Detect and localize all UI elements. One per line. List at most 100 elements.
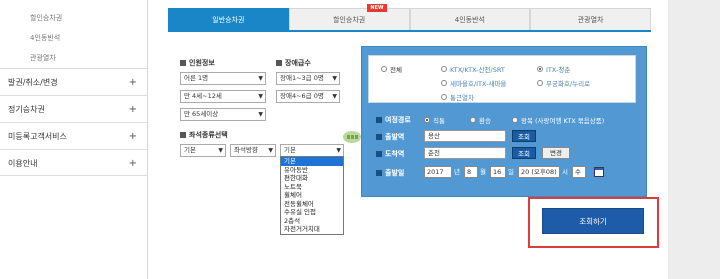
- chevron-down-icon: ▼: [258, 93, 263, 100]
- radio-icon: [424, 117, 430, 123]
- dropdown-option[interactable]: 전동휠체어: [281, 200, 343, 209]
- bullet-icon: [180, 60, 186, 66]
- departure-search-button[interactable]: 조회: [512, 130, 536, 142]
- trip-direct-radio[interactable]: 직통: [424, 115, 445, 125]
- train-type-itx-cheongchun-radio[interactable]: ITX-청춘: [537, 64, 570, 74]
- sidebar-item-season-ticket[interactable]: 정기승차권 +: [0, 95, 147, 122]
- radio-icon: [441, 80, 447, 86]
- passenger-info-title: 인원정보: [180, 58, 215, 68]
- chevron-down-icon: ▼: [332, 75, 337, 82]
- hour-select[interactable]: 20 (오후08): [518, 166, 560, 178]
- radio-icon: [441, 66, 447, 72]
- sidebar-item-label: 이용안내: [8, 159, 38, 168]
- bullet-icon: [180, 132, 186, 138]
- plus-icon: +: [128, 104, 137, 115]
- dropdown-option[interactable]: 수유실 인접: [281, 208, 343, 217]
- trip-transfer-radio[interactable]: 환승: [470, 115, 491, 125]
- hour-unit: 시: [562, 168, 568, 176]
- seat-direction-select[interactable]: 좌석방향 ▼: [230, 144, 276, 157]
- arrival-input[interactable]: 춘천: [424, 147, 506, 159]
- chevron-down-icon: ▼: [258, 111, 263, 118]
- trip-roundtrip-radio[interactable]: 왕복 (사랑여행 KTX 묶음상품): [512, 115, 604, 125]
- sidebar-item-ticketing[interactable]: 발권/취소/변경 +: [0, 68, 147, 95]
- radio-icon: [381, 66, 387, 72]
- radio-icon: [537, 80, 543, 86]
- ticket-tabs: 일반승차권 할인승차권 NEW 4인동반석 관광열차: [168, 4, 651, 32]
- sidebar-sub-tour[interactable]: 관광열차: [0, 48, 147, 68]
- sidebar: 할인승차권 4인동반석 관광열차 발권/취소/변경 + 정기승차권 + 미등록고…: [0, 0, 148, 279]
- seat-type-title: 좌석종류선택: [180, 130, 228, 140]
- month-unit: 월: [480, 168, 486, 176]
- seat-map-icon[interactable]: [342, 130, 362, 144]
- departure-label: 출발역: [376, 132, 404, 142]
- search-button[interactable]: 조회하기: [542, 208, 644, 234]
- calendar-icon[interactable]: [594, 167, 604, 177]
- disability-13-select[interactable]: 장애1~3급 0명 ▼: [276, 72, 340, 85]
- radio-icon: [537, 66, 543, 72]
- dropdown-option[interactable]: 편한대화: [281, 174, 343, 183]
- train-type-box: 전체 KTX/KTX-산천/SRT ITX-청춘 새마을호/ITX-새마을 무궁…: [368, 55, 636, 103]
- date-label: 출발일: [376, 168, 404, 178]
- dropdown-option[interactable]: 2층석: [281, 217, 343, 226]
- senior-count-select[interactable]: 만 65세이상 ▼: [180, 108, 266, 121]
- adult-count-select[interactable]: 어른 1명 ▼: [180, 72, 266, 85]
- new-badge: NEW: [367, 4, 387, 12]
- radio-icon: [512, 117, 518, 123]
- child-count-select[interactable]: 만 4세~12세 ▼: [180, 90, 266, 103]
- month-select[interactable]: 8: [464, 166, 478, 178]
- train-type-all-radio[interactable]: 전체: [381, 64, 402, 74]
- year-unit: 년: [454, 168, 460, 176]
- chevron-down-icon: ▼: [336, 147, 341, 154]
- swap-stations-button[interactable]: 변경: [542, 147, 570, 159]
- arrival-search-button[interactable]: 조회: [512, 147, 536, 159]
- search-highlight-frame: 조회하기: [528, 197, 659, 248]
- year-select[interactable]: 2017: [424, 166, 452, 178]
- sidebar-item-guest-service[interactable]: 미등록고객서비스 +: [0, 122, 147, 149]
- chevron-down-icon: ▼: [218, 147, 223, 154]
- radio-icon: [441, 94, 447, 100]
- day-select[interactable]: 16: [490, 166, 506, 178]
- plus-icon: +: [128, 77, 137, 88]
- tab-label: 할인승차권: [333, 16, 366, 24]
- chevron-down-icon: ▼: [268, 147, 273, 154]
- tab-four-person-seat[interactable]: 4인동반석: [409, 8, 531, 30]
- day-unit: 일: [508, 168, 514, 176]
- bullet-icon: [376, 151, 382, 157]
- seat-select[interactable]: 기본 ▼: [180, 144, 226, 157]
- sidebar-sub-four-person[interactable]: 4인동반석: [0, 28, 147, 48]
- train-type-ktx-radio[interactable]: KTX/KTX-산천/SRT: [441, 64, 505, 74]
- tab-label: 관광열차: [577, 16, 604, 24]
- bullet-icon: [376, 134, 382, 140]
- seat-type-dropdown: 기본 유아동반 편한대화 노트북 휠체어 전동휠체어 수유실 인접 2층석 자전…: [280, 156, 344, 235]
- tab-tour-train[interactable]: 관광열차: [530, 8, 651, 30]
- train-type-saemaeul-radio[interactable]: 새마을호/ITX-새마을: [441, 78, 506, 88]
- sidebar-item-guide[interactable]: 이용안내 +: [0, 149, 147, 176]
- sidebar-item-label: 정기승차권: [8, 105, 45, 114]
- plus-icon: +: [128, 131, 137, 142]
- chevron-down-icon: ▼: [258, 75, 263, 82]
- tab-discount-ticket[interactable]: 할인승차권 NEW: [288, 4, 410, 30]
- dropdown-option[interactable]: 휠체어: [281, 191, 343, 200]
- departure-input[interactable]: 용산: [424, 130, 506, 142]
- dropdown-option[interactable]: 유아동반: [281, 166, 343, 175]
- dropdown-option[interactable]: 자전거거치대: [281, 225, 343, 234]
- disability-title: 장애급수: [276, 58, 311, 68]
- chevron-down-icon: ▼: [332, 93, 337, 100]
- bullet-icon: [376, 117, 382, 123]
- dropdown-option[interactable]: 기본: [281, 157, 343, 166]
- weekday-display: 수: [572, 166, 586, 178]
- trip-type-label: 여정경로: [376, 115, 411, 125]
- radio-icon: [470, 117, 476, 123]
- train-type-commuter-radio[interactable]: 통근열차: [441, 92, 474, 102]
- dropdown-option[interactable]: 노트북: [281, 183, 343, 192]
- arrival-label: 도착역: [376, 149, 404, 159]
- plus-icon: +: [128, 158, 137, 169]
- sidebar-item-label: 발권/취소/변경: [8, 78, 58, 87]
- tab-general-ticket[interactable]: 일반승차권: [168, 8, 289, 30]
- sidebar-sub-discount[interactable]: 할인승차권: [0, 8, 147, 28]
- tab-label: 4인동반석: [454, 16, 485, 24]
- tab-label: 일반승차권: [212, 16, 245, 24]
- disability-46-select[interactable]: 장애4~6급 0명 ▼: [276, 90, 340, 103]
- train-type-mugunghwa-radio[interactable]: 무궁화호/누리로: [537, 78, 590, 88]
- bullet-icon: [276, 60, 282, 66]
